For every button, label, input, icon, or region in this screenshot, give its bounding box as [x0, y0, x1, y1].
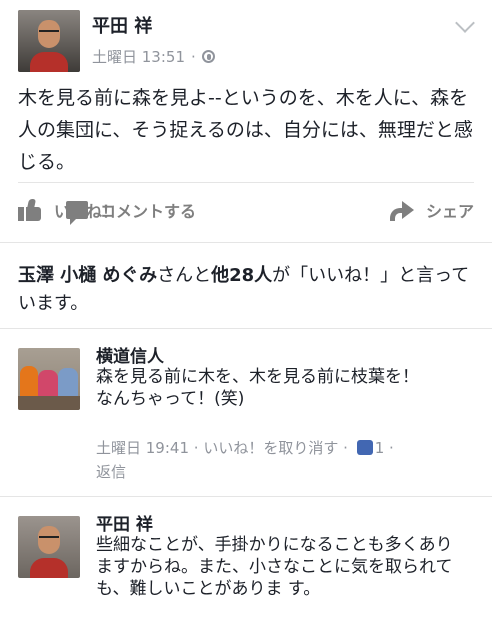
comment-meta: 土曜日 19:41 · いいね！を取り消す · 1 · 返信: [96, 436, 468, 484]
divider: [18, 182, 474, 183]
liker-names[interactable]: 玉澤 小樋 めぐみ: [18, 265, 157, 286]
comment-item: 平田 祥 些細なことが、手掛かりになることも多くありますからね。また、小さなこと…: [18, 510, 478, 630]
divider: [0, 496, 492, 497]
comment-author-name[interactable]: 平田 祥: [96, 510, 153, 535]
group-photo: [18, 348, 80, 410]
avatar-glasses: [39, 30, 59, 36]
likes-summary[interactable]: 玉澤 小樋 めぐみさんと他28人が「いいね！」と言っています。: [18, 262, 473, 318]
comment-text: 些細なことが、手掛かりになることも多くありますからね。また、小さなことに気を取ら…: [96, 535, 453, 599]
post-header: 平田 祥 土曜日 13:51 ·: [18, 10, 478, 72]
divider: [0, 242, 492, 243]
author-avatar[interactable]: [18, 10, 80, 72]
meta-separator: ·: [343, 439, 348, 457]
avatar-shirt: [30, 52, 68, 72]
globe-icon[interactable]: [201, 50, 215, 63]
post-text: 木を見る前に森を見よ--というのを、木を人に、森を人の集団に、そう捉えるのは、自…: [18, 87, 473, 173]
meta-separator: ·: [193, 439, 199, 457]
thumbs-up-badge-icon: [356, 440, 373, 455]
comment-bubble-icon: [65, 201, 88, 225]
comment-item: 横道信人 森を見る前に木を、木を見る前に枝葉を！ なんちゃって！(笑) 土曜日 1…: [18, 342, 478, 492]
comment-button-label: コメントする: [99, 202, 196, 221]
post-action-bar: いいね！ コメントする シェア: [18, 188, 474, 232]
post-meta: 土曜日 13:51 ·: [92, 46, 215, 67]
meta-separator: ·: [191, 47, 196, 66]
chevron-down-icon[interactable]: [455, 13, 475, 33]
comment-text-line: なんちゃって！(笑): [96, 389, 245, 409]
unlike-link[interactable]: いいね！を取り消す: [203, 439, 338, 457]
post-timestamp[interactable]: 土曜日 13:51: [92, 46, 185, 67]
comment-author-name[interactable]: 横道信人: [96, 342, 164, 367]
divider: [0, 328, 492, 329]
commenter-avatar[interactable]: [18, 348, 80, 410]
post-author-name[interactable]: 平田 祥: [92, 12, 152, 38]
comment-like-count[interactable]: 1: [375, 439, 385, 457]
comment-timestamp[interactable]: 土曜日 19:41: [96, 439, 189, 457]
commenter-avatar[interactable]: [18, 516, 80, 578]
comment-text-line: 森を見る前に木を、木を見る前に枝葉を！: [96, 367, 419, 387]
meta-separator: ·: [389, 439, 394, 457]
comment-text: 森を見る前に木を、木を見る前に枝葉を！ なんちゃって！(笑): [96, 366, 468, 410]
share-arrow-icon: [389, 200, 414, 221]
reply-link[interactable]: 返信: [96, 460, 468, 484]
share-button-label: シェア: [425, 202, 474, 221]
likes-others-count[interactable]: 他28人: [211, 265, 272, 286]
likes-joiner: さんと: [157, 265, 212, 286]
comment-button[interactable]: コメントする: [36, 198, 226, 225]
